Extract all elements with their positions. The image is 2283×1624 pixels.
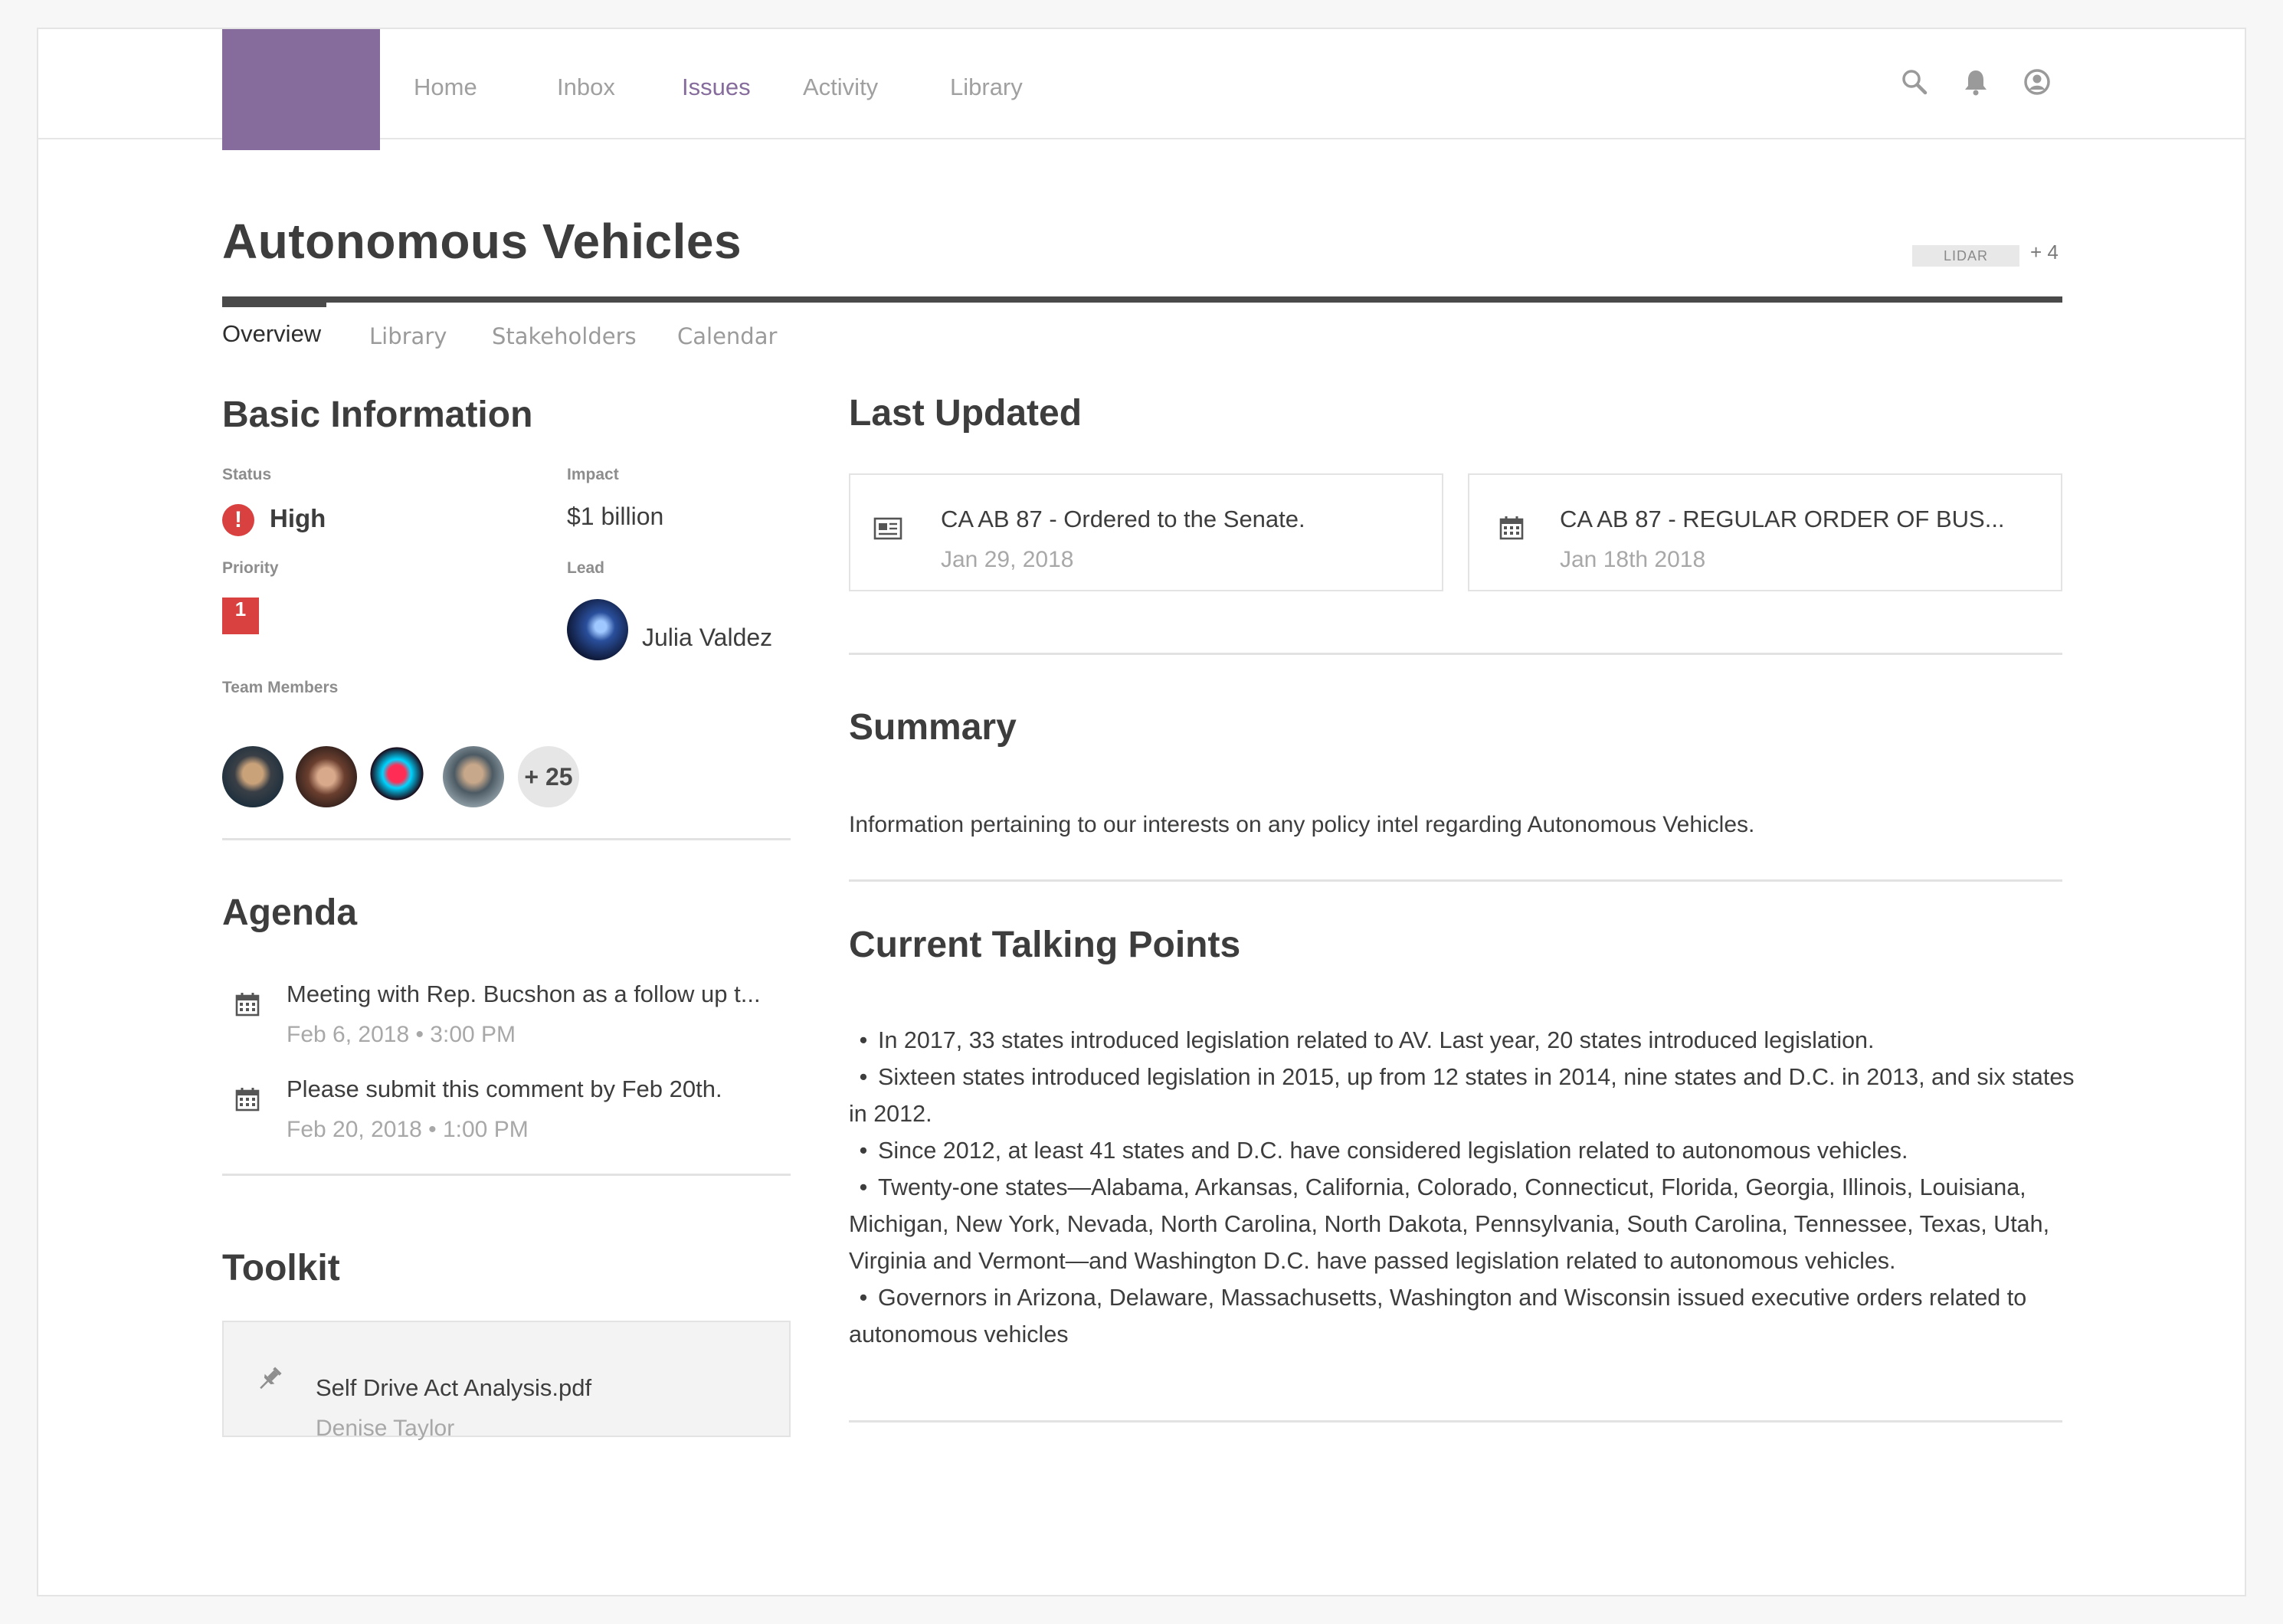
talking-points-list: • In 2017, 33 states introduced legislati…: [849, 1022, 2075, 1353]
lead-label: Lead: [567, 559, 605, 577]
tab-stakeholders[interactable]: Stakeholders: [492, 323, 637, 349]
team-more-count[interactable]: + 25: [518, 746, 579, 807]
team-member-avatar[interactable]: [222, 746, 283, 807]
tab-active-indicator: [222, 296, 326, 307]
bullet-icon: •: [859, 1138, 868, 1164]
nav-issues[interactable]: Issues: [682, 74, 751, 101]
tab-overview[interactable]: Overview: [222, 320, 321, 348]
team-member-avatar[interactable]: [443, 746, 504, 807]
user-icon[interactable]: [2023, 67, 2052, 97]
toolkit-heading: Toolkit: [222, 1248, 340, 1288]
bullet-icon: •: [859, 1027, 868, 1053]
last-updated-heading: Last Updated: [849, 393, 1083, 434]
divider: [849, 879, 2062, 882]
update-title[interactable]: CA AB 87 - Ordered to the Senate.: [941, 506, 1305, 533]
bell-icon[interactable]: [1961, 67, 1990, 97]
priority-badge: 1: [222, 598, 259, 634]
calendar-icon: [1499, 516, 1524, 540]
team-members-label: Team Members: [222, 679, 339, 696]
alert-icon: !: [222, 504, 254, 536]
talking-point: • Since 2012, at least 41 states and D.C.…: [849, 1132, 2075, 1169]
talking-point: • Governors in Arizona, Delaware, Massach…: [849, 1279, 2075, 1353]
bullet-icon: •: [859, 1174, 868, 1200]
tag-badge[interactable]: LIDAR: [1912, 245, 2019, 267]
bullet-icon: •: [859, 1064, 868, 1090]
agenda-item-title[interactable]: Meeting with Rep. Bucshon as a follow up…: [287, 981, 761, 1008]
agenda-item-title[interactable]: Please submit this comment by Feb 20th.: [287, 1076, 722, 1103]
lead-avatar[interactable]: [567, 599, 628, 660]
impact-value: $1 billion: [567, 503, 664, 530]
divider: [222, 1174, 791, 1176]
talking-point: • Twenty-one states—Alabama, Arkansas, Ca…: [849, 1169, 2075, 1279]
divider: [849, 653, 2062, 655]
update-title[interactable]: CA AB 87 - REGULAR ORDER OF BUS...: [1560, 506, 2005, 533]
status-label: Status: [222, 466, 272, 483]
toolkit-file-owner: Denise Taylor: [316, 1416, 455, 1441]
summary-heading: Summary: [849, 707, 1017, 748]
status-value: High: [270, 504, 326, 532]
tag-more-count[interactable]: + 4: [2030, 241, 2059, 264]
talking-points-heading: Current Talking Points: [849, 925, 1241, 965]
app-window: Home Inbox Issues Activity Library Auton…: [37, 28, 2246, 1596]
pin-icon: [260, 1367, 282, 1390]
nav-library[interactable]: Library: [950, 74, 1023, 101]
update-date: Jan 18th 2018: [1560, 547, 1706, 572]
tab-underline: [222, 296, 2062, 303]
nav-activity[interactable]: Activity: [803, 74, 878, 101]
basic-info-heading: Basic Information: [222, 395, 533, 435]
newspaper-icon: [873, 517, 902, 540]
lead-name[interactable]: Julia Valdez: [642, 624, 772, 652]
talking-point: • Sixteen states introduced legislation i…: [849, 1059, 2075, 1132]
tab-calendar[interactable]: Calendar: [677, 323, 777, 349]
impact-label: Impact: [567, 466, 619, 483]
tab-library[interactable]: Library: [369, 323, 447, 349]
nav-home[interactable]: Home: [414, 74, 477, 101]
divider: [222, 838, 791, 840]
top-nav-bar: Home Inbox Issues Activity Library: [38, 29, 2245, 150]
summary-text: Information pertaining to our interests …: [849, 812, 1755, 837]
team-member-avatar[interactable]: [369, 746, 431, 807]
agenda-item-datetime: Feb 20, 2018 • 1:00 PM: [287, 1117, 529, 1142]
nav-inbox[interactable]: Inbox: [557, 74, 615, 101]
calendar-icon: [235, 1088, 260, 1112]
calendar-icon: [235, 993, 260, 1017]
page-title: Autonomous Vehicles: [222, 214, 742, 269]
agenda-item-datetime: Feb 6, 2018 • 3:00 PM: [287, 1022, 516, 1047]
update-date: Jan 29, 2018: [941, 547, 1074, 572]
search-icon[interactable]: [1900, 67, 1929, 97]
divider: [849, 1420, 2062, 1423]
logo[interactable]: [222, 29, 380, 150]
priority-label: Priority: [222, 559, 279, 577]
bullet-icon: •: [859, 1285, 868, 1311]
toolkit-file-name[interactable]: Self Drive Act Analysis.pdf: [316, 1374, 591, 1402]
agenda-heading: Agenda: [222, 892, 358, 933]
team-member-avatar[interactable]: [296, 746, 357, 807]
talking-point: • In 2017, 33 states introduced legislati…: [849, 1022, 2075, 1059]
